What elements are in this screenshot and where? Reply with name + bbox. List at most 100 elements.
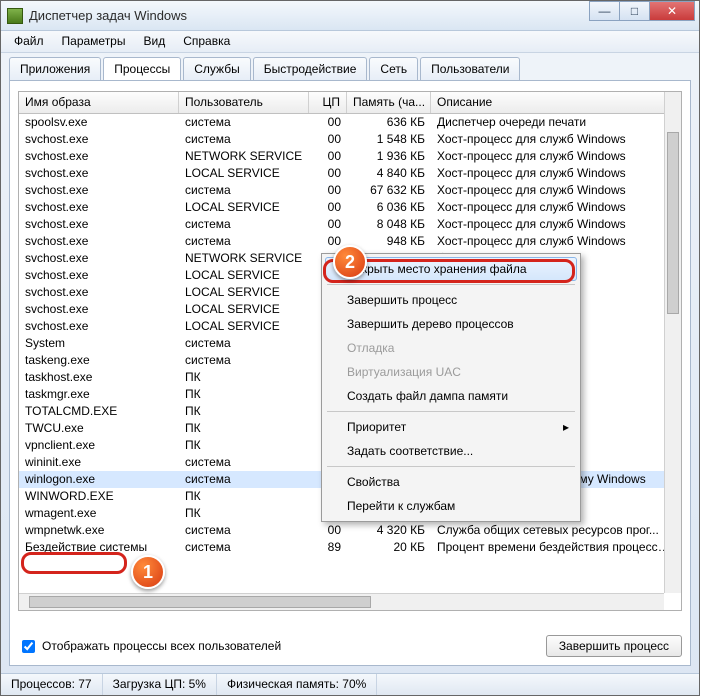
context-menu-item[interactable]: Завершить дерево процессов — [325, 312, 577, 336]
context-menu-separator — [327, 284, 575, 285]
cell-user: LOCAL SERVICE — [179, 267, 309, 284]
cell-cpu: 00 — [309, 216, 347, 233]
menu-options[interactable]: Параметры — [53, 31, 135, 52]
cell-desc: Хост-процесс для служб Windows — [431, 216, 681, 233]
cell-cpu: 00 — [309, 114, 347, 131]
cell-user: система — [179, 522, 309, 539]
context-menu-item[interactable]: Приоритет▸ — [325, 415, 577, 439]
table-row[interactable]: svchost.exeLOCAL SERVICE006 036 КБХост-п… — [19, 199, 681, 216]
status-processes: Процессов: 77 — [1, 674, 103, 695]
end-process-button[interactable]: Завершить процесс — [546, 635, 682, 657]
cell-mem: 6 036 КБ — [347, 199, 431, 216]
cell-name: TOTALCMD.EXE — [19, 403, 179, 420]
submenu-arrow-icon: ▸ — [563, 420, 569, 434]
cell-user: ПК — [179, 403, 309, 420]
cell-cpu: 00 — [309, 182, 347, 199]
cell-desc: Хост-процесс для служб Windows — [431, 165, 681, 182]
cell-user: система — [179, 131, 309, 148]
cell-user: LOCAL SERVICE — [179, 165, 309, 182]
cell-name: TWCU.exe — [19, 420, 179, 437]
cell-name: svchost.exe — [19, 267, 179, 284]
horizontal-scrollbar[interactable] — [19, 593, 664, 610]
tab-applications[interactable]: Приложения — [9, 57, 101, 80]
cell-name: svchost.exe — [19, 250, 179, 267]
cell-cpu: 00 — [309, 131, 347, 148]
cell-user: NETWORK SERVICE — [179, 250, 309, 267]
context-menu-item[interactable]: Задать соответствие... — [325, 439, 577, 463]
table-row[interactable]: svchost.exeNETWORK SERVICE001 936 КБХост… — [19, 148, 681, 165]
cell-mem: 4 320 КБ — [347, 522, 431, 539]
show-all-users-checkbox[interactable]: Отображать процессы всех пользователей — [18, 637, 281, 656]
cell-desc: Служба общих сетевых ресурсов прог... — [431, 522, 681, 539]
cell-name: svchost.exe — [19, 165, 179, 182]
cell-desc: Хост-процесс для служб Windows — [431, 148, 681, 165]
tab-processes[interactable]: Процессы — [103, 57, 181, 80]
context-menu-item: Отладка — [325, 336, 577, 360]
cell-user: система — [179, 335, 309, 352]
cell-desc: Хост-процесс для служб Windows — [431, 233, 681, 250]
task-manager-window: Диспетчер задач Windows — □ ✕ Файл Парам… — [0, 0, 700, 696]
cell-user: LOCAL SERVICE — [179, 199, 309, 216]
maximize-button[interactable]: □ — [619, 1, 649, 21]
col-header-mem[interactable]: Память (ча... — [347, 92, 431, 113]
context-menu-item[interactable]: Перейти к службам — [325, 494, 577, 518]
cell-user: ПК — [179, 369, 309, 386]
close-button[interactable]: ✕ — [649, 1, 695, 21]
tab-network[interactable]: Сеть — [369, 57, 418, 80]
cell-user: LOCAL SERVICE — [179, 301, 309, 318]
table-row[interactable]: svchost.exeLOCAL SERVICE004 840 КБХост-п… — [19, 165, 681, 182]
minimize-button[interactable]: — — [589, 1, 619, 21]
cell-name: svchost.exe — [19, 182, 179, 199]
vertical-scrollbar[interactable] — [664, 92, 681, 593]
cell-name: taskhost.exe — [19, 369, 179, 386]
menu-help[interactable]: Справка — [174, 31, 239, 52]
col-header-user[interactable]: Пользователь — [179, 92, 309, 113]
table-row[interactable]: svchost.exeсистема001 548 КБХост-процесс… — [19, 131, 681, 148]
cell-name: wmagent.exe — [19, 505, 179, 522]
table-row[interactable]: wmpnetwk.exeсистема004 320 КБСлужба общи… — [19, 522, 681, 539]
cell-mem: 1 548 КБ — [347, 131, 431, 148]
cell-user: система — [179, 182, 309, 199]
annotation-bubble-1: 1 — [131, 555, 165, 589]
tab-users[interactable]: Пользователи — [420, 57, 520, 80]
cell-cpu: 00 — [309, 165, 347, 182]
cell-name: wmpnetwk.exe — [19, 522, 179, 539]
cell-name: svchost.exe — [19, 318, 179, 335]
context-menu-item[interactable]: Завершить процесс — [325, 288, 577, 312]
window-title: Диспетчер задач Windows — [29, 8, 187, 23]
cell-mem: 1 936 КБ — [347, 148, 431, 165]
tab-performance[interactable]: Быстродействие — [253, 57, 368, 80]
cell-desc: Диспетчер очереди печати — [431, 114, 681, 131]
col-header-name[interactable]: Имя образа — [19, 92, 179, 113]
cell-user: ПК — [179, 437, 309, 454]
context-menu-item[interactable]: Создать файл дампа памяти — [325, 384, 577, 408]
cell-user: система — [179, 454, 309, 471]
cell-name: svchost.exe — [19, 284, 179, 301]
context-menu[interactable]: Открыть место хранения файлаЗавершить пр… — [321, 253, 581, 522]
show-all-users-box[interactable] — [22, 640, 35, 653]
cell-mem: 20 КБ — [347, 539, 431, 556]
col-header-cpu[interactable]: ЦП — [309, 92, 347, 113]
cell-name: svchost.exe — [19, 148, 179, 165]
col-header-desc[interactable]: Описание — [431, 92, 681, 113]
cell-user: ПК — [179, 488, 309, 505]
cell-name: taskeng.exe — [19, 352, 179, 369]
table-row[interactable]: spoolsv.exeсистема00636 КБДиспетчер очер… — [19, 114, 681, 131]
table-row[interactable]: svchost.exeсистема008 048 КБХост-процесс… — [19, 216, 681, 233]
cell-user: система — [179, 216, 309, 233]
context-menu-item[interactable]: Свойства — [325, 470, 577, 494]
cell-name: wininit.exe — [19, 454, 179, 471]
tab-services[interactable]: Службы — [183, 57, 250, 80]
cell-name: vpnclient.exe — [19, 437, 179, 454]
cell-name: taskmgr.exe — [19, 386, 179, 403]
menu-file[interactable]: Файл — [5, 31, 53, 52]
menubar: Файл Параметры Вид Справка — [1, 31, 699, 53]
menu-view[interactable]: Вид — [134, 31, 174, 52]
table-row[interactable]: svchost.exeсистема0067 632 КБХост-процес… — [19, 182, 681, 199]
context-menu-item: Виртуализация UAC — [325, 360, 577, 384]
tabbar: Приложения Процессы Службы Быстродействи… — [1, 53, 699, 80]
cell-user: ПК — [179, 420, 309, 437]
cell-user: LOCAL SERVICE — [179, 284, 309, 301]
cell-desc: Процент времени бездействия процессора — [431, 539, 681, 556]
cell-user: NETWORK SERVICE — [179, 148, 309, 165]
